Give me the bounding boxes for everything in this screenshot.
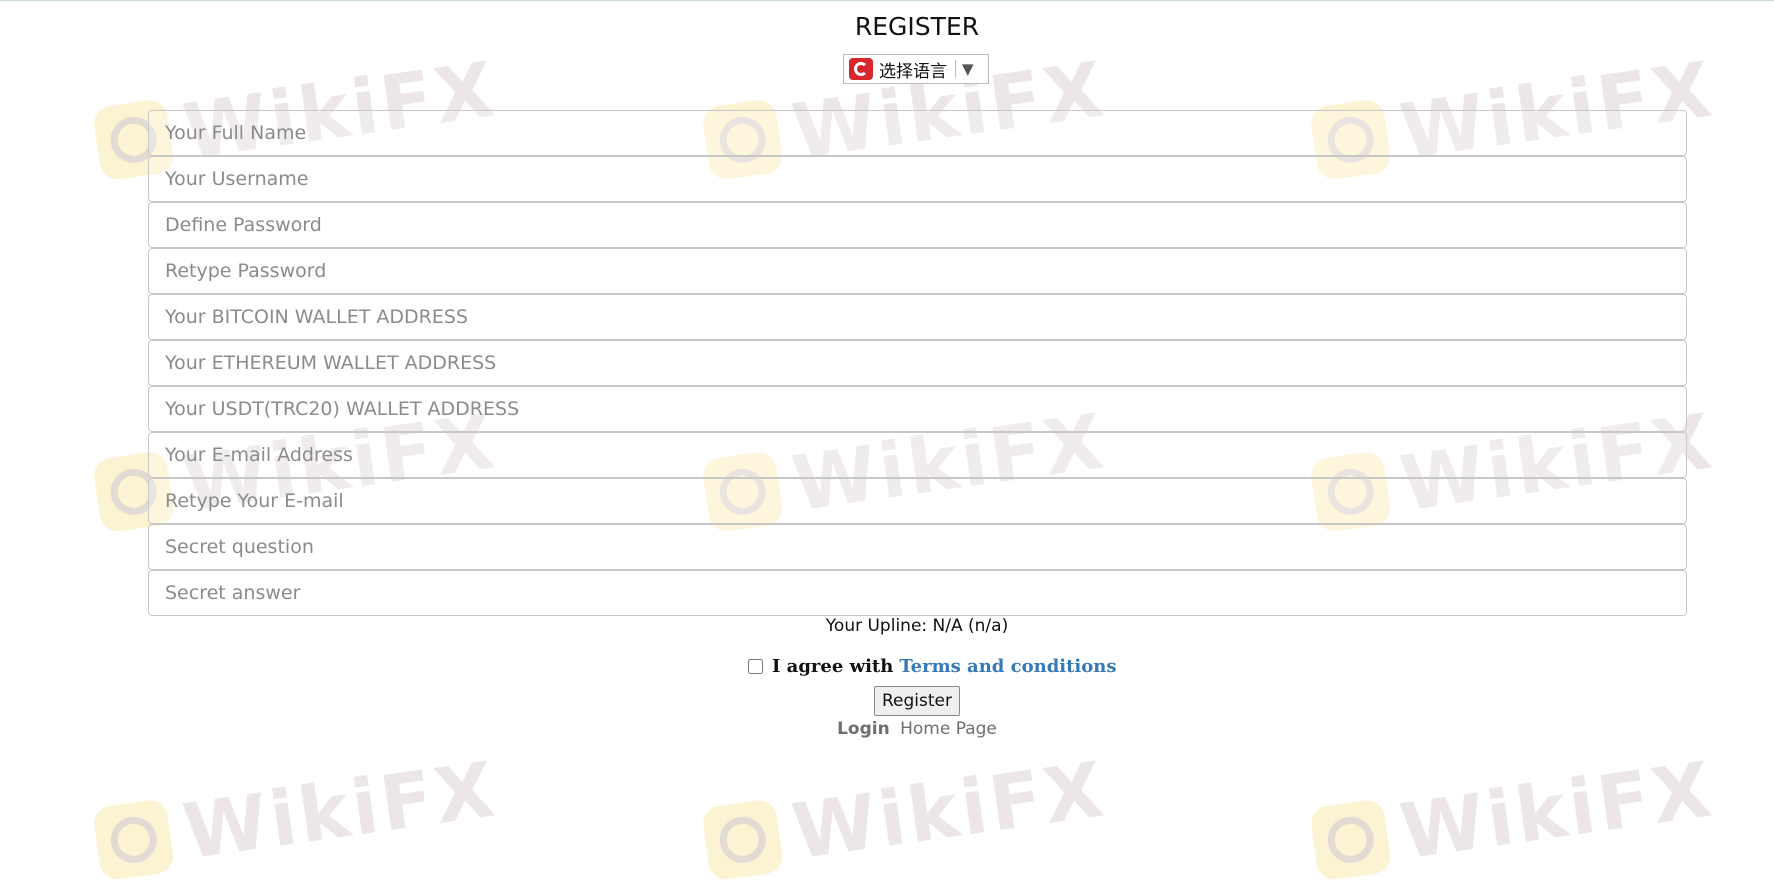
usdt-wallet-input[interactable] xyxy=(148,386,1687,432)
retype-password-input[interactable] xyxy=(148,248,1687,294)
language-selector-label: 选择语言 xyxy=(879,61,947,82)
translate-logo-icon xyxy=(849,58,873,80)
registration-form xyxy=(148,110,1687,616)
terms-agreement: I agree with Terms and conditions xyxy=(748,656,1117,677)
watermark: WikiFX xyxy=(700,744,1111,888)
ethereum-wallet-input[interactable] xyxy=(148,340,1687,386)
page-title: REGISTER xyxy=(854,12,980,41)
watermark-text: WikiFX xyxy=(177,744,503,877)
footer-links: Login Home Page xyxy=(0,719,1774,739)
full-name-input[interactable] xyxy=(148,110,1687,156)
wikifx-logo-icon xyxy=(91,797,176,882)
password-input[interactable] xyxy=(148,202,1687,248)
wikifx-logo-icon xyxy=(700,797,785,882)
agree-checkbox[interactable] xyxy=(748,659,763,674)
secret-answer-input[interactable] xyxy=(148,570,1687,616)
home-page-link[interactable]: Home Page xyxy=(900,719,997,739)
upline-text: Your Upline: N/A (n/a) xyxy=(825,616,1009,636)
email-input[interactable] xyxy=(148,432,1687,478)
watermark: WikiFX xyxy=(91,744,502,888)
top-border-line xyxy=(0,0,1774,1)
watermark-text: WikiFX xyxy=(786,744,1112,877)
retype-email-input[interactable] xyxy=(148,478,1687,524)
terms-link[interactable]: Terms and conditions xyxy=(899,656,1116,677)
secret-question-input[interactable] xyxy=(148,524,1687,570)
chevron-down-icon: ▼ xyxy=(962,60,974,78)
watermark-text: WikiFX xyxy=(1394,744,1720,877)
username-input[interactable] xyxy=(148,156,1687,202)
wikifx-logo-icon xyxy=(1308,797,1393,882)
agree-label: I agree with xyxy=(772,656,894,677)
language-selector-divider xyxy=(955,60,956,78)
register-button[interactable]: Register xyxy=(874,686,960,716)
login-link[interactable]: Login xyxy=(837,719,890,739)
watermark: WikiFX xyxy=(1308,744,1719,888)
language-selector[interactable]: 选择语言 ▼ xyxy=(843,54,989,84)
bitcoin-wallet-input[interactable] xyxy=(148,294,1687,340)
